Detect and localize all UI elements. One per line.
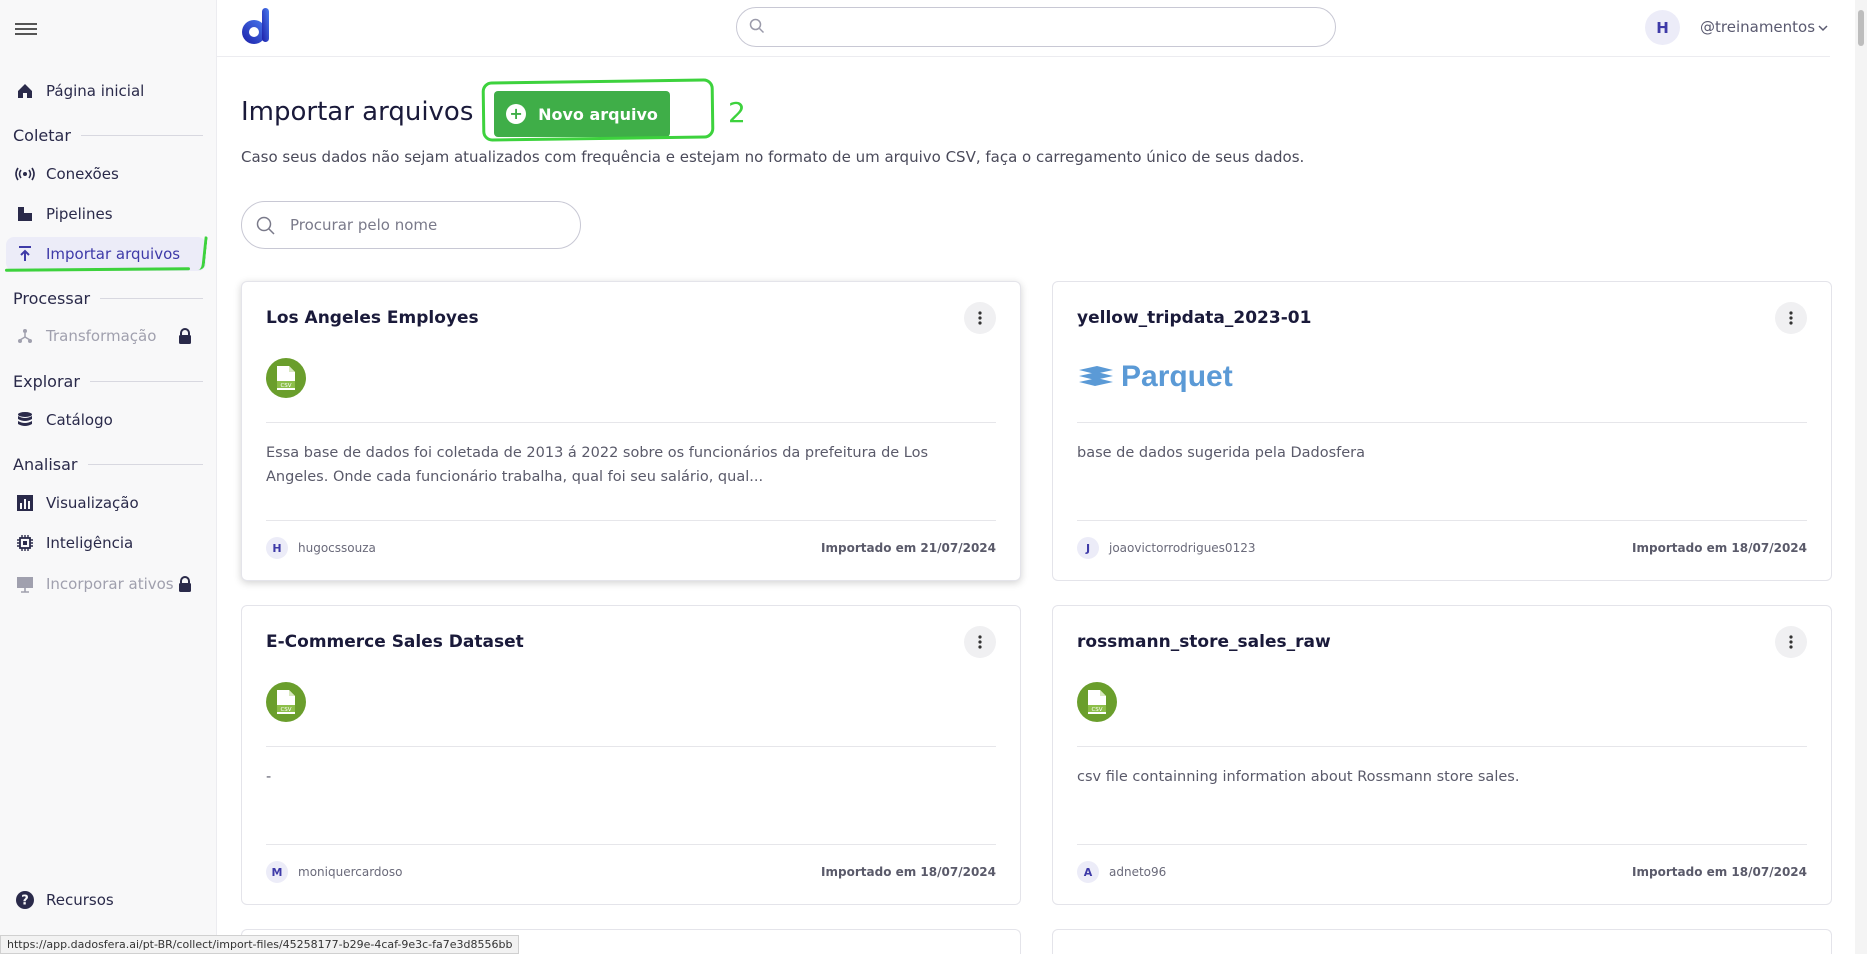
sidebar-item-recursos[interactable]: ? Recursos bbox=[6, 883, 206, 917]
sidebar-item-inteligencia[interactable]: Inteligência bbox=[6, 526, 206, 560]
section-analisar: Analisar bbox=[13, 455, 203, 474]
annotation-box bbox=[481, 78, 715, 142]
upload-icon bbox=[14, 243, 36, 265]
parquet-label: Parquet bbox=[1121, 360, 1233, 393]
csv-file-icon: CSV bbox=[1077, 682, 1117, 722]
card-description: - bbox=[266, 769, 272, 785]
parquet-file-icon: Parquet bbox=[1077, 360, 1233, 394]
svg-text:?: ? bbox=[21, 894, 29, 909]
sidebar-item-label: Incorporar ativos bbox=[46, 575, 174, 593]
lock-icon bbox=[178, 576, 192, 596]
card-author: A adneto96 bbox=[1077, 861, 1166, 883]
author-name: hugocssouza bbox=[298, 541, 376, 555]
status-bar-url: https://app.dadosfera.ai/pt-BR/collect/i… bbox=[0, 935, 520, 954]
csv-file-icon: CSV bbox=[266, 682, 306, 722]
sidebar-item-home[interactable]: Página inicial bbox=[6, 74, 206, 108]
card-author: M moniquercardoso bbox=[266, 861, 402, 883]
avatar: J bbox=[1077, 537, 1099, 559]
csv-file-icon: CSV bbox=[266, 358, 306, 398]
section-coletar: Coletar bbox=[13, 126, 203, 145]
author-name: moniquercardoso bbox=[298, 865, 403, 879]
file-card[interactable]: rossmann_store_sales_raw CSV csv file co… bbox=[1052, 605, 1832, 905]
file-card-partial[interactable] bbox=[1052, 929, 1832, 954]
card-description: base de dados sugerida pela Dadosfera bbox=[1077, 445, 1365, 461]
annotation-number-one bbox=[194, 235, 208, 271]
sidebar-item-label: Importar arquivos bbox=[46, 245, 181, 263]
page-description: Caso seus dados não sejam atualizados co… bbox=[241, 148, 1305, 166]
import-date: Importado em 18/07/2024 bbox=[1632, 541, 1807, 555]
sidebar-item-conexoes[interactable]: Conexões bbox=[6, 157, 206, 191]
sidebar-item-label: Catálogo bbox=[46, 411, 113, 429]
more-options-icon[interactable] bbox=[1775, 302, 1807, 334]
sidebar-item-label: Visualização bbox=[46, 494, 139, 512]
sidebar: Página inicial Coletar Conexões Pipeline… bbox=[0, 0, 217, 954]
page-title: Importar arquivos bbox=[241, 97, 474, 127]
sidebar-item-label: Conexões bbox=[46, 165, 119, 183]
card-description: csv file containning information about R… bbox=[1077, 769, 1520, 785]
sidebar-item-catalogo[interactable]: Catálogo bbox=[6, 403, 206, 437]
pipeline-icon bbox=[14, 203, 36, 225]
sidebar-item-transformacao[interactable]: Transformação bbox=[6, 319, 206, 353]
lock-icon bbox=[178, 328, 192, 348]
card-author: H hugocssouza bbox=[266, 537, 376, 559]
more-options-icon[interactable] bbox=[964, 302, 996, 334]
card-title: rossmann_store_sales_raw bbox=[1077, 632, 1331, 652]
search-icon bbox=[256, 216, 276, 240]
broadcast-icon bbox=[14, 163, 36, 185]
home-icon bbox=[14, 80, 36, 102]
sidebar-item-label: Inteligência bbox=[46, 534, 134, 552]
import-date: Importado em 21/07/2024 bbox=[821, 541, 996, 555]
more-options-icon[interactable] bbox=[964, 626, 996, 658]
sidebar-item-label: Pipelines bbox=[46, 205, 113, 223]
database-icon bbox=[14, 409, 36, 431]
svg-text:CSV: CSV bbox=[280, 707, 291, 713]
more-options-icon[interactable] bbox=[1775, 626, 1807, 658]
svg-text:CSV: CSV bbox=[280, 383, 291, 389]
file-card[interactable]: yellow_tripdata_2023-01 Parquet base de … bbox=[1052, 281, 1832, 581]
author-name: adneto96 bbox=[1109, 865, 1167, 879]
name-search-field[interactable] bbox=[241, 201, 581, 249]
transform-icon bbox=[14, 325, 36, 347]
chip-icon bbox=[14, 532, 36, 554]
user-menu[interactable]: @treinamentos bbox=[1700, 18, 1828, 36]
import-date: Importado em 18/07/2024 bbox=[821, 865, 996, 879]
dadosfera-logo[interactable] bbox=[240, 6, 272, 46]
card-title: yellow_tripdata_2023-01 bbox=[1077, 308, 1312, 328]
sidebar-item-label: Página inicial bbox=[46, 82, 145, 100]
section-processar: Processar bbox=[13, 289, 203, 308]
annotation-underline bbox=[4, 267, 191, 272]
menu-icon[interactable] bbox=[15, 20, 37, 38]
presentation-icon bbox=[14, 573, 36, 595]
author-name: joaovictorrodrigues0123 bbox=[1109, 541, 1256, 555]
sidebar-item-label: Recursos bbox=[46, 891, 114, 909]
search-icon bbox=[749, 18, 765, 38]
avatar: A bbox=[1077, 861, 1099, 883]
section-explorar: Explorar bbox=[13, 372, 203, 391]
scrollbar[interactable] bbox=[1855, 0, 1867, 954]
sidebar-item-incorporar[interactable]: Incorporar ativos bbox=[6, 567, 206, 601]
avatar: H bbox=[266, 537, 288, 559]
file-card[interactable]: E-Commerce Sales Dataset CSV - M monique… bbox=[241, 605, 1021, 905]
import-date: Importado em 18/07/2024 bbox=[1632, 865, 1807, 879]
card-author: J joaovictorrodrigues0123 bbox=[1077, 537, 1255, 559]
header-divider bbox=[217, 56, 1830, 57]
sidebar-item-importar[interactable]: Importar arquivos bbox=[6, 237, 206, 271]
name-search-input[interactable] bbox=[290, 216, 550, 234]
help-icon: ? bbox=[14, 889, 36, 911]
global-search-input[interactable] bbox=[736, 7, 1336, 47]
sidebar-item-pipelines[interactable]: Pipelines bbox=[6, 197, 206, 231]
annotation-number-two: 2 bbox=[728, 96, 746, 129]
avatar: M bbox=[266, 861, 288, 883]
chevron-down-icon bbox=[1818, 18, 1828, 36]
avatar[interactable]: H bbox=[1645, 10, 1680, 45]
svg-text:CSV: CSV bbox=[1091, 707, 1102, 713]
card-title: E-Commerce Sales Dataset bbox=[266, 632, 524, 652]
username: @treinamentos bbox=[1700, 18, 1816, 36]
card-description: Essa base de dados foi coletada de 2013 … bbox=[266, 445, 929, 485]
bar-chart-icon bbox=[14, 492, 36, 514]
sidebar-item-label: Transformação bbox=[46, 327, 157, 345]
file-card[interactable]: Los Angeles Employes CSV Essa base de da… bbox=[241, 281, 1021, 581]
card-title: Los Angeles Employes bbox=[266, 308, 479, 328]
sidebar-item-visualizacao[interactable]: Visualização bbox=[6, 486, 206, 520]
